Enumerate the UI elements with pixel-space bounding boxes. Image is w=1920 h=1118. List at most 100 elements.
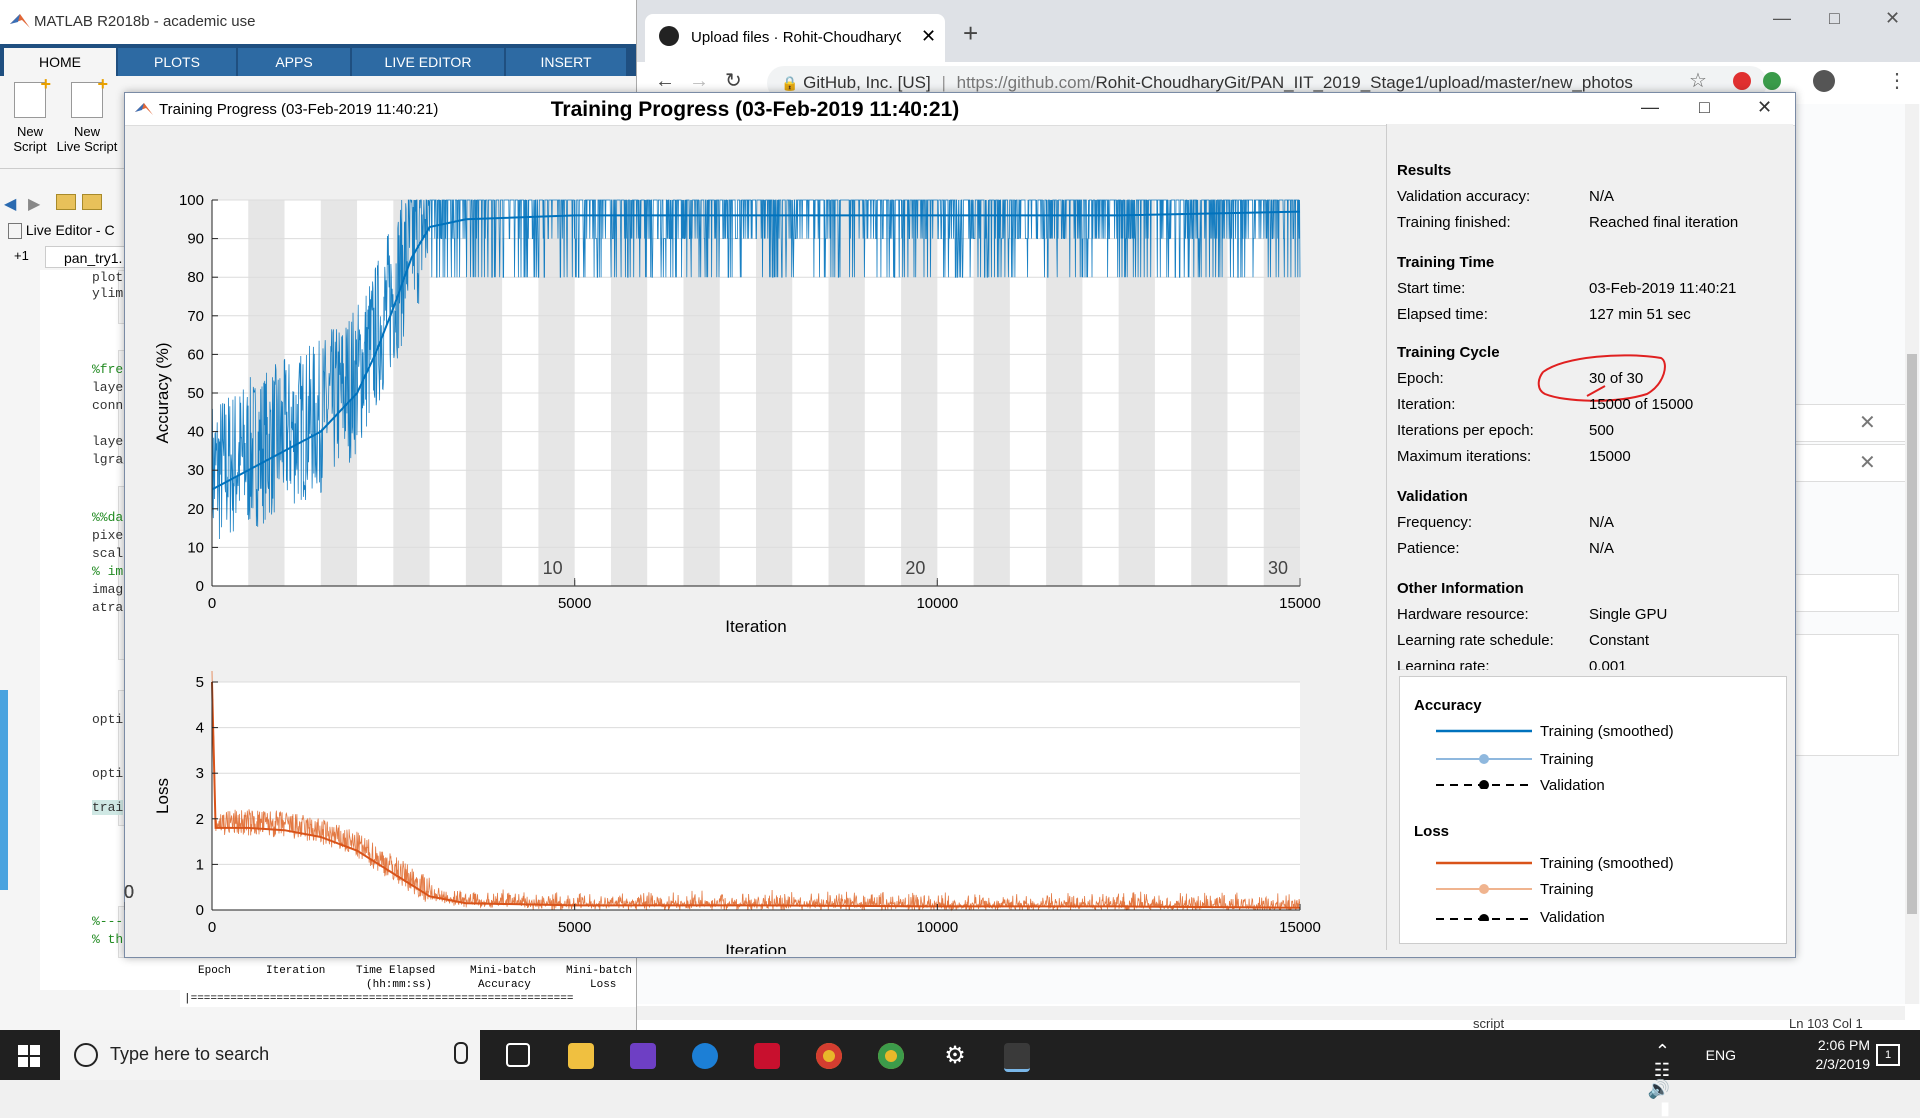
info-value: N/A <box>1589 514 1615 531</box>
document-icon <box>8 223 22 240</box>
file-tab-pan-try1[interactable]: pan_try1. <box>45 246 135 268</box>
back-icon[interactable]: ← <box>655 70 675 93</box>
code-line: pixe <box>92 528 124 543</box>
chrome-tab-upload[interactable]: Upload files · Rohit-ChoudharyGi ✕ <box>645 14 945 62</box>
tab-apps[interactable]: APPS <box>238 48 350 76</box>
code-line: lgra <box>92 452 124 467</box>
code-line: % th <box>92 932 124 947</box>
forward-icon[interactable]: → <box>689 70 709 93</box>
clock-date[interactable]: 2/3/2019 <box>1816 1055 1871 1074</box>
section-marker <box>0 690 8 890</box>
profile-icon[interactable] <box>1813 70 1835 92</box>
settings-gear-icon[interactable]: ⚙ <box>942 1043 968 1069</box>
chrome-tab-title: Upload files · Rohit-ChoudharyGi <box>691 29 901 46</box>
results-title: Results <box>1397 162 1452 179</box>
info-key: Elapsed time: <box>1397 306 1488 323</box>
matlab-taskbar-icon[interactable] <box>1004 1043 1030 1072</box>
x-axis-label: Iteration <box>725 617 786 636</box>
code-line: %fre <box>92 362 124 377</box>
y-tick-label: 3 <box>196 765 204 782</box>
info-value: N/A <box>1589 540 1615 557</box>
close-dialog-icon[interactable]: ✕ <box>1757 97 1772 118</box>
info-key: Learning rate schedule: <box>1397 632 1554 649</box>
info-value: 15000 of 15000 <box>1589 396 1694 413</box>
edge-icon[interactable] <box>692 1043 718 1069</box>
y-tick-label: 80 <box>187 269 204 286</box>
arduino-icon[interactable] <box>630 1043 656 1069</box>
tab-plots[interactable]: PLOTS <box>118 48 236 76</box>
forward-arrow-icon[interactable]: ▶ <box>28 194 40 214</box>
info-key: Patience: <box>1397 540 1460 557</box>
back-arrow-icon[interactable]: ◀ <box>4 194 16 214</box>
code-line: opti <box>92 712 124 727</box>
taskbar-search[interactable]: Type here to search <box>60 1030 480 1080</box>
close-tab-icon[interactable]: ✕ <box>921 26 936 47</box>
code-line: opti <box>92 766 124 781</box>
code-line: scal <box>92 546 124 561</box>
cmd-header-minibatch-loss: Mini-batch <box>566 965 633 977</box>
lock-icon: 🔒 <box>781 75 799 91</box>
y-tick-label: 100 <box>179 192 204 209</box>
scrollbar-thumb[interactable] <box>1907 354 1917 914</box>
epoch-label: 30 <box>124 882 134 902</box>
new-live-script-label-1: New <box>73 124 100 139</box>
minimize-icon[interactable]: — <box>1773 8 1791 29</box>
other-info-title: Other Information <box>1397 580 1524 597</box>
clock-time[interactable]: 2:06 PM <box>1816 1036 1870 1055</box>
matlab-titlebar: MATLAB R2018b - academic use <box>0 0 640 45</box>
training-plots: 01020304050607080901000 5000 10000 1500010 2… <box>124 192 1321 954</box>
y-tick-label: 0 <box>196 902 204 919</box>
chrome-icon[interactable] <box>878 1043 904 1069</box>
task-view-icon[interactable] <box>506 1043 530 1067</box>
commit-title-input[interactable] <box>1787 574 1899 612</box>
info-key: Iteration: <box>1397 396 1456 413</box>
minimize-icon[interactable]: — <box>1641 97 1659 118</box>
cmd-header-accuracy: Accuracy <box>478 979 531 991</box>
x-tick-label: 10000 <box>916 595 958 612</box>
close-window-icon[interactable]: ✕ <box>1885 8 1900 29</box>
matlab-tabstrip: HOME PLOTS APPS LIVE EDITOR INSERT <box>0 44 640 76</box>
browse-folder-icon[interactable] <box>82 194 102 210</box>
plot-title: Training Progress (03-Feb-2019 11:40:21) <box>550 98 960 121</box>
mcafee-icon[interactable] <box>754 1043 780 1069</box>
legend-label: Validation <box>1540 777 1605 794</box>
language-indicator[interactable]: ENG <box>1706 1046 1736 1065</box>
notifications-icon[interactable]: 1 <box>1876 1044 1900 1066</box>
microphone-icon[interactable] <box>454 1042 468 1064</box>
info-key: Frequency: <box>1397 514 1473 531</box>
remove-file-icon[interactable]: ✕ <box>1859 450 1876 475</box>
legend-loss-swatches <box>1436 861 1532 921</box>
chrome-icon[interactable] <box>816 1043 842 1069</box>
new-tab-icon[interactable]: + <box>963 18 978 49</box>
tray-icons[interactable]: ⌃ ☷ 🔊 ▮ <box>1648 1042 1670 1118</box>
upload-row <box>1787 404 1909 442</box>
file-explorer-icon[interactable] <box>568 1043 594 1069</box>
folder-up-icon[interactable] <box>56 194 76 210</box>
info-value: 03-Feb-2019 11:40:21 <box>1589 280 1737 297</box>
menu-icon[interactable]: ⋮ <box>1887 68 1907 93</box>
site-label: GitHub, Inc. [US] <box>803 73 931 92</box>
x-axis-label: Iteration <box>725 941 786 954</box>
tab-home[interactable]: HOME <box>4 48 116 76</box>
cmd-header-iteration: Iteration <box>266 965 326 977</box>
windows-start-icon[interactable] <box>18 1045 40 1067</box>
code-line: %--- <box>92 914 124 929</box>
extension-icon[interactable] <box>1763 72 1781 90</box>
remove-file-icon[interactable]: ✕ <box>1859 410 1876 435</box>
reload-icon[interactable]: ↻ <box>725 68 742 93</box>
info-key: Validation accuracy: <box>1397 188 1531 205</box>
bookmark-star-icon[interactable]: ☆ <box>1689 68 1707 93</box>
extension-icon[interactable] <box>1733 72 1751 90</box>
maximize-icon[interactable]: □ <box>1829 8 1840 29</box>
training-cycle-title: Training Cycle <box>1397 344 1500 361</box>
code-line: atra <box>92 600 124 615</box>
cmd-header-minibatch-acc: Mini-batch <box>470 965 537 977</box>
status-script: script <box>1473 1016 1505 1031</box>
command-window[interactable]: Epoch Iteration Time Elapsed (hh:mm:ss) … <box>180 956 640 1007</box>
maximize-icon[interactable]: □ <box>1699 97 1710 118</box>
cmd-header-time: Time Elapsed <box>356 965 436 977</box>
y-tick-label: 60 <box>187 346 204 363</box>
tab-live-editor[interactable]: LIVE EDITOR <box>352 48 504 76</box>
tab-insert[interactable]: INSERT <box>506 48 626 76</box>
commit-description-input[interactable] <box>1787 634 1899 756</box>
